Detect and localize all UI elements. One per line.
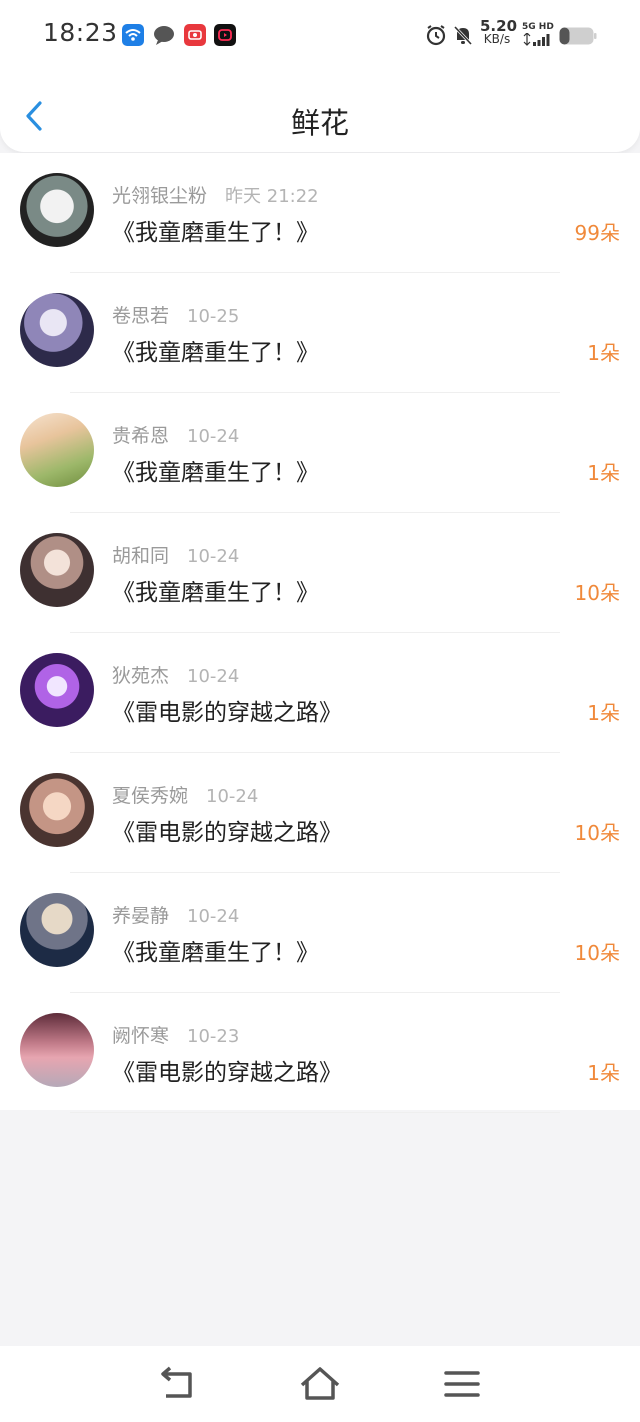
avatar[interactable] [20,653,94,727]
book-title: 《我童磨重生了！》 [112,340,319,366]
flower-record-list: 光翎银尘粉 昨天 21:22 《我童磨重生了！》 99朵卷思若 10-25 《我童磨重生了… [0,153,640,1113]
alarm-icon [425,24,447,50]
gift-date: 昨天 21:22 [225,186,319,207]
list-item[interactable]: 胡和同 10-24 《我童磨重生了！》 10朵 [0,513,640,633]
book-title: 《我童磨重生了！》 [112,940,319,966]
chat-bubble-icon [153,24,175,46]
header-nav: 鲜花 [0,80,640,152]
battery-icon [559,27,597,49]
avatar[interactable] [20,533,94,607]
video-app-icon [214,24,236,46]
home-icon [300,1367,340,1400]
list-item[interactable]: 卷思若 10-25 《我童磨重生了！》 1朵 [0,273,640,393]
user-name: 光翎银尘粉 [112,185,208,207]
signal-icon: 5G HD [522,22,554,51]
flower-count: 10朵 [574,821,620,845]
flower-count: 1朵 [587,461,620,485]
menu-nav-button[interactable] [444,1366,484,1402]
book-title: 《我童磨重生了！》 [112,460,319,486]
wifi-app-icon [122,24,144,46]
book-title: 《我童磨重生了！》 [112,580,319,606]
avatar[interactable] [20,893,94,967]
user-name: 阙怀寒 [112,1025,170,1047]
menu-icon [444,1371,480,1397]
status-time: 18:23 [43,18,118,47]
user-name-line: 夏侯秀婉 10-24 [112,781,258,808]
list-item[interactable]: 养晏静 10-24 《我童磨重生了！》 10朵 [0,873,640,993]
book-title: 《雷电影的穿越之路》 [112,700,342,726]
list-item[interactable]: 夏侯秀婉 10-24 《雷电影的穿越之路》 10朵 [0,753,640,873]
list-item[interactable]: 阙怀寒 10-23 《雷电影的穿越之路》 1朵 [0,993,640,1113]
status-bar: 18:23 5.20 KB/s 5G HD [0,0,640,70]
flower-count: 10朵 [574,941,620,965]
gift-date: 10-24 [187,906,240,927]
gift-date: 10-24 [187,546,240,567]
gift-date: 10-24 [187,666,240,687]
user-name-line: 狄苑杰 10-24 [112,661,239,688]
flower-count: 1朵 [587,341,620,365]
red-app-icon [184,24,206,46]
user-name-line: 胡和同 10-24 [112,541,239,568]
list-item[interactable]: 狄苑杰 10-24 《雷电影的穿越之路》 1朵 [0,633,640,753]
avatar[interactable] [20,413,94,487]
mute-bell-icon [452,24,474,50]
user-name-line: 阙怀寒 10-23 [112,1021,239,1048]
gift-date: 10-24 [206,786,259,807]
avatar[interactable] [20,173,94,247]
gift-date: 10-25 [187,306,240,327]
list-item[interactable]: 贵希恩 10-24 《我童磨重生了！》 1朵 [0,393,640,513]
user-name-line: 卷思若 10-25 [112,301,239,328]
top-bar: 18:23 5.20 KB/s 5G HD 鲜花 [0,0,640,152]
user-name-line: 光翎银尘粉 昨天 21:22 [112,181,319,208]
back-nav-icon [161,1366,192,1398]
flower-count: 10朵 [574,581,620,605]
flower-count: 1朵 [587,1061,620,1085]
gift-date: 10-23 [187,1026,240,1047]
user-name: 狄苑杰 [112,665,170,687]
page-title: 鲜花 [290,106,349,140]
user-name-line: 贵希恩 10-24 [112,421,239,448]
flower-count: 99朵 [574,221,620,245]
user-name: 养晏静 [112,905,170,927]
avatar[interactable] [20,293,94,367]
book-title: 《我童磨重生了！》 [112,220,319,246]
back-nav-button[interactable] [158,1366,198,1402]
system-nav-bar [0,1346,640,1422]
book-title: 《雷电影的穿越之路》 [112,1060,342,1086]
book-title: 《雷电影的穿越之路》 [112,820,342,846]
gift-date: 10-24 [187,426,240,447]
list-item[interactable]: 光翎银尘粉 昨天 21:22 《我童磨重生了！》 99朵 [0,153,640,273]
user-name-line: 养晏静 10-24 [112,901,239,928]
divider [70,1112,560,1113]
avatar[interactable] [20,1013,94,1087]
home-nav-button[interactable] [299,1366,340,1402]
avatar[interactable] [20,773,94,847]
net-speed: 5.20 KB/s [480,19,517,46]
user-name: 胡和同 [112,545,170,567]
user-name: 夏侯秀婉 [112,785,189,807]
network-label: 5G HD [522,22,554,32]
user-name: 贵希恩 [112,425,170,447]
user-name: 卷思若 [112,305,170,327]
flower-count: 1朵 [587,701,620,725]
net-speed-unit: KB/s [483,32,511,46]
